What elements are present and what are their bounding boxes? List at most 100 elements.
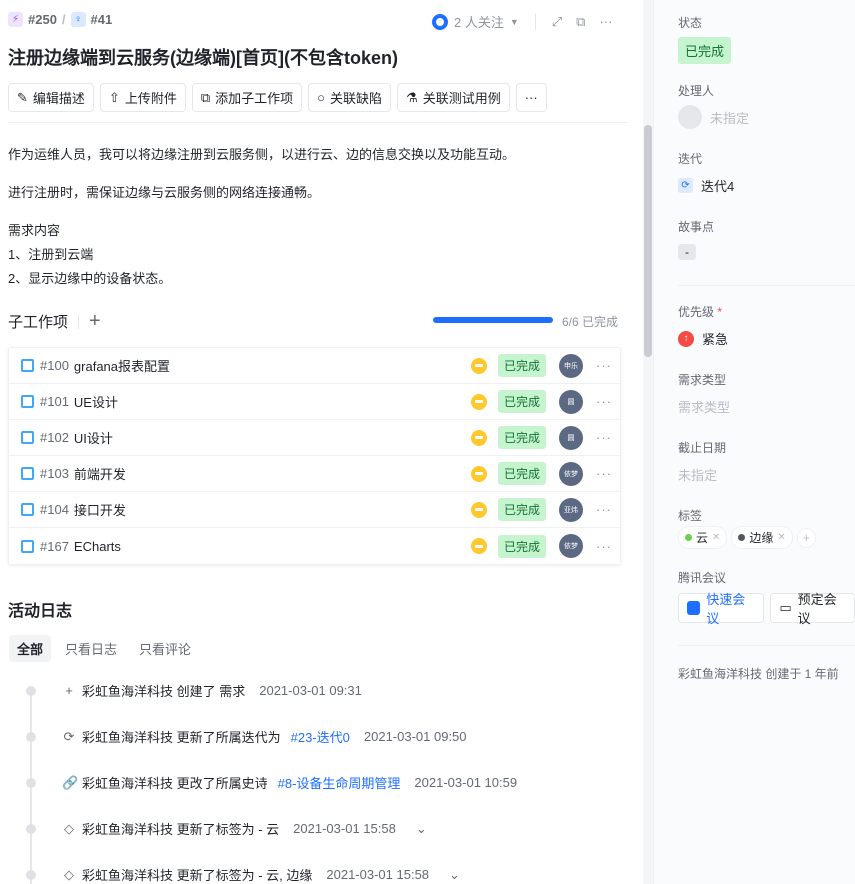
priority-medium-icon[interactable] bbox=[471, 465, 487, 482]
scrollbar-thumb[interactable] bbox=[644, 125, 652, 357]
subitem-name[interactable]: ECharts bbox=[74, 539, 121, 554]
pencil-icon: ✎ bbox=[17, 89, 28, 105]
open-external-icon[interactable]: ⧉ bbox=[576, 14, 585, 30]
add-subitem-button[interactable]: ⧉ 添加子工作项 bbox=[191, 83, 303, 112]
add-tag-button[interactable]: + bbox=[796, 527, 816, 548]
button-label: 关联测试用例 bbox=[422, 91, 501, 106]
activity-link[interactable]: #23-迭代0 bbox=[291, 727, 350, 746]
tab-comments[interactable]: 只看评论 bbox=[131, 635, 199, 662]
subitem-row[interactable]: #167 ECharts 已完成 依梦 ··· bbox=[9, 528, 620, 564]
close-icon[interactable]: ✕ bbox=[777, 532, 785, 543]
activity-entry: 🔗 彩虹鱼海洋科技 更改了所属史诗 #8-设备生命周期管理 2021-03-01… bbox=[62, 773, 517, 792]
row-more-button[interactable]: ··· bbox=[596, 502, 612, 517]
avatar[interactable]: 圆 bbox=[559, 425, 583, 450]
subitem-row[interactable]: #100 grafana报表配置 已完成 申乐 ··· bbox=[9, 348, 620, 384]
tag-color-dot bbox=[738, 534, 746, 541]
upload-attachment-button[interactable]: ⇧ 上传附件 bbox=[99, 83, 186, 112]
iteration-field[interactable]: ⟳ 迭代4 bbox=[678, 176, 734, 195]
tab-all[interactable]: 全部 bbox=[9, 635, 52, 662]
avatar[interactable]: 申乐 bbox=[559, 353, 583, 378]
timeline-dot bbox=[26, 732, 36, 742]
status-badge[interactable]: 已完成 bbox=[498, 498, 547, 521]
link-testcase-button[interactable]: ⚗ 关联测试用例 bbox=[397, 83, 510, 112]
more-button[interactable]: ··· bbox=[599, 14, 612, 29]
priority-medium-icon[interactable] bbox=[471, 501, 487, 518]
add-subitem-icon[interactable]: + bbox=[89, 310, 101, 333]
points-value[interactable]: - bbox=[678, 244, 696, 260]
breadcrumb-sep: / bbox=[61, 12, 66, 27]
subitem-row[interactable]: #103 前端开发 已完成 依梦 ··· bbox=[9, 456, 620, 492]
scrollbar[interactable] bbox=[643, 0, 653, 884]
priority-field[interactable]: ↑ 紧急 bbox=[678, 329, 728, 348]
tag-name: 云 bbox=[696, 531, 709, 545]
lightning-icon: ⚡ bbox=[8, 12, 23, 27]
row-more-button[interactable]: ··· bbox=[596, 394, 612, 409]
priority-medium-icon[interactable] bbox=[471, 538, 487, 554]
priority-medium-icon[interactable] bbox=[471, 357, 487, 374]
description[interactable]: 作为运维人员，我可以将边缘注册到云服务侧，以进行云、边的信息交换以及功能互动。 … bbox=[8, 143, 515, 291]
activity-text: 彩虹鱼海洋科技 更新了所属迭代为 bbox=[82, 730, 281, 745]
subitem-name[interactable]: UI设计 bbox=[74, 428, 113, 447]
subitem-name[interactable]: 接口开发 bbox=[74, 500, 126, 519]
avatar[interactable]: 圆 bbox=[559, 389, 583, 414]
activity-entry: + 彩虹鱼海洋科技 创建了 需求 2021-03-01 09:31 bbox=[62, 681, 362, 700]
chevron-down-icon[interactable]: ⌄ bbox=[449, 867, 460, 883]
activity-text: 彩虹鱼海洋科技 更新了标签为 - 云, 边缘 bbox=[82, 868, 313, 883]
type-field[interactable]: 需求类型 bbox=[678, 397, 730, 416]
subitem-name[interactable]: grafana报表配置 bbox=[74, 356, 170, 375]
divider bbox=[534, 13, 536, 30]
desc-paragraph: 进行注册时，需保证边缘与云服务侧的网络连接通畅。 bbox=[8, 185, 321, 200]
subitem-row[interactable]: #101 UE设计 已完成 圆 ··· bbox=[9, 384, 620, 420]
divider bbox=[8, 122, 628, 123]
expand-icon[interactable]: ⤢ bbox=[552, 14, 562, 30]
status-badge[interactable]: 已完成 bbox=[498, 426, 547, 449]
status-badge[interactable]: 已完成 bbox=[678, 37, 732, 64]
schedule-meeting-button[interactable]: ▭ 预定会议 bbox=[770, 592, 855, 626]
caret-down-icon[interactable]: ▼ bbox=[510, 17, 519, 27]
subitem-row[interactable]: #104 接口开发 已完成 亚炜 ··· bbox=[9, 492, 620, 528]
row-more-button[interactable]: ··· bbox=[596, 358, 612, 373]
followers-button[interactable]: 2 人关注 bbox=[454, 12, 504, 31]
subitem-id: #101 bbox=[40, 394, 69, 409]
avatar[interactable]: 亚炜 bbox=[559, 497, 583, 522]
priority-label-text: 优先级 bbox=[678, 305, 715, 319]
row-more-button[interactable]: ··· bbox=[596, 430, 612, 445]
activity-text: 彩虹鱼海洋科技 更改了所属史诗 bbox=[82, 776, 268, 791]
tag-chip[interactable]: 边缘 ✕ bbox=[731, 526, 793, 549]
due-field[interactable]: 未指定 bbox=[678, 465, 717, 484]
subitem-row[interactable]: #102 UI设计 已完成 圆 ··· bbox=[9, 420, 620, 456]
progress-text: 6/6 已完成 bbox=[562, 315, 619, 329]
tag-color-dot bbox=[685, 534, 692, 541]
chevron-down-icon[interactable]: ⌄ bbox=[416, 821, 427, 837]
button-label: 快速会议 bbox=[706, 592, 746, 626]
priority-medium-icon[interactable] bbox=[471, 393, 487, 410]
row-more-button[interactable]: ··· bbox=[596, 466, 612, 481]
status-label: 状态 bbox=[678, 16, 703, 30]
parent-link[interactable]: #250 bbox=[28, 12, 57, 27]
avatar[interactable]: 依梦 bbox=[559, 534, 583, 558]
tab-logs[interactable]: 只看日志 bbox=[57, 635, 125, 662]
status-badge[interactable]: 已完成 bbox=[498, 390, 547, 413]
status-badge[interactable]: 已完成 bbox=[498, 354, 547, 377]
subitem-name[interactable]: 前端开发 bbox=[74, 464, 126, 483]
edit-description-button[interactable]: ✎ 编辑描述 bbox=[8, 83, 94, 112]
assignee-label: 处理人 bbox=[678, 84, 715, 98]
activity-link[interactable]: #8-设备生命周期管理 bbox=[278, 773, 401, 792]
subitem-name[interactable]: UE设计 bbox=[74, 392, 118, 411]
toolbar-more-button[interactable]: ··· bbox=[515, 83, 547, 112]
link-bug-button[interactable]: ○ 关联缺陷 bbox=[308, 83, 392, 112]
status-badge[interactable]: 已完成 bbox=[498, 462, 547, 485]
row-more-button[interactable]: ··· bbox=[596, 539, 612, 554]
close-icon[interactable]: ✕ bbox=[712, 532, 720, 543]
assignee-field[interactable]: 未指定 bbox=[678, 105, 749, 129]
avatar[interactable]: 依梦 bbox=[559, 461, 583, 486]
subitem-icon bbox=[21, 431, 34, 444]
tag-chip[interactable]: 云 ✕ bbox=[678, 526, 728, 549]
assignee-value: 未指定 bbox=[710, 110, 750, 126]
subitem-icon bbox=[21, 395, 34, 408]
status-badge[interactable]: 已完成 bbox=[498, 534, 547, 558]
header-actions: 2 人关注 ▼ ⤢ ⧉ ··· bbox=[432, 12, 612, 31]
quick-meeting-button[interactable]: 快速会议 bbox=[678, 592, 765, 626]
priority-medium-icon[interactable] bbox=[471, 429, 487, 446]
iteration-icon: ⟳ bbox=[678, 178, 693, 193]
